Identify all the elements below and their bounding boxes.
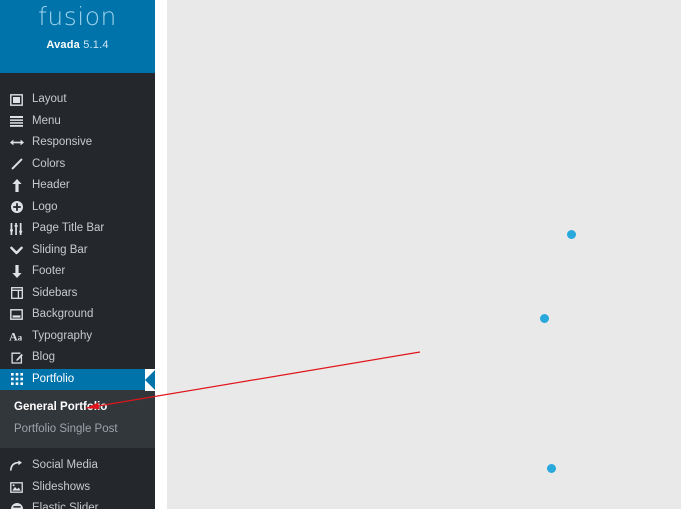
responsive-icon bbox=[8, 135, 25, 151]
sidebar-item-layout[interactable]: Layout bbox=[0, 89, 155, 111]
sidebar-item-label: Logo bbox=[32, 200, 58, 213]
sidebar-item-logo[interactable]: Logo bbox=[0, 197, 155, 219]
portfolio-submenu: General Portfolio Portfolio Single Post bbox=[0, 390, 155, 448]
active-item-pointer-icon bbox=[145, 368, 155, 391]
sidebar-item-footer[interactable]: Footer bbox=[0, 261, 155, 283]
brand-header: fusion Avada 5.1.4 bbox=[0, 0, 155, 73]
sidebar-item-colors[interactable]: Colors bbox=[0, 154, 155, 176]
brand-version: Avada 5.1.4 bbox=[46, 38, 108, 52]
sidebar-item-label: Social Media bbox=[32, 459, 98, 471]
header-icon bbox=[8, 178, 25, 194]
brand-name: Avada bbox=[46, 39, 80, 51]
sidebar-item-responsive[interactable]: Responsive bbox=[0, 132, 155, 154]
sidebar-item-label: Menu bbox=[32, 114, 61, 127]
sidebar-item-slideshows[interactable]: Slideshows bbox=[0, 477, 155, 499]
admin-page: fusion Avada 5.1.4 Layout Menu Responsiv… bbox=[0, 0, 681, 509]
sidebar-item-menu[interactable]: Menu bbox=[0, 111, 155, 133]
submenu-item-portfolio-single-post[interactable]: Portfolio Single Post bbox=[0, 418, 155, 440]
colors-icon bbox=[8, 156, 25, 172]
sidebar-item-label: Blog bbox=[32, 351, 56, 363]
sidebar-item-sliding-bar[interactable]: Sliding Bar bbox=[0, 240, 155, 262]
typography-icon: A a bbox=[8, 328, 25, 344]
portfolio-icon bbox=[8, 371, 25, 387]
sidebar-item-label: Sliding Bar bbox=[32, 243, 88, 256]
sidebar-item-blog[interactable]: Blog bbox=[0, 347, 155, 369]
sidebar-item-sidebars[interactable]: Sidebars bbox=[0, 283, 155, 305]
sliding-bar-icon chevron-down-icon bbox=[8, 242, 25, 258]
sidebar-item-portfolio[interactable]: Portfolio bbox=[0, 368, 155, 391]
fusion-logo: fusion bbox=[38, 2, 117, 31]
sidebar: fusion Avada 5.1.4 Layout Menu Responsiv… bbox=[0, 0, 155, 509]
svg-text:a: a bbox=[17, 333, 22, 343]
logo-icon bbox=[8, 199, 25, 215]
sidebar-item-label: Layout bbox=[32, 93, 67, 105]
sidebar-item-label: Typography bbox=[32, 329, 93, 342]
sidebar-item-background[interactable]: Background bbox=[0, 304, 155, 326]
content-dot bbox=[539, 313, 549, 323]
background-icon bbox=[8, 307, 25, 323]
slideshows-icon bbox=[8, 479, 25, 495]
submenu-item-general-portfolio[interactable]: General Portfolio bbox=[0, 396, 155, 418]
sidebar-item-social-media[interactable]: Social Media bbox=[0, 455, 155, 477]
sidebar-content-gap bbox=[155, 0, 167, 509]
sidebar-item-label: Sidebars bbox=[32, 286, 78, 299]
page-title-bar-icon bbox=[8, 221, 25, 237]
social-media-icon bbox=[8, 458, 25, 474]
sidebar-item-label: Colors bbox=[32, 157, 66, 170]
sidebar-item-typography[interactable]: A a Typography bbox=[0, 326, 155, 348]
sidebar-item-label: Responsive bbox=[32, 136, 93, 148]
menu-icon bbox=[8, 113, 25, 129]
brand-version-number: 5.1.4 bbox=[83, 39, 109, 51]
blog-icon bbox=[8, 350, 25, 366]
sidebar-nav: Layout Menu Responsive Colors Header Log… bbox=[0, 73, 155, 509]
content-dot bbox=[546, 463, 556, 473]
footer-icon bbox=[8, 264, 25, 280]
sidebar-item-label: Footer bbox=[32, 265, 66, 277]
sidebar-item-label: Elastic Slider bbox=[32, 502, 99, 509]
elastic-slider-icon bbox=[8, 501, 25, 509]
sidebar-item-label: Header bbox=[32, 179, 70, 191]
sidebar-item-label: Background bbox=[32, 308, 94, 320]
sidebars-icon bbox=[8, 285, 25, 301]
sidebar-item-page-title-bar[interactable]: Page Title Bar bbox=[0, 218, 155, 240]
main-content-panel bbox=[167, 0, 681, 509]
sidebar-item-elastic-slider[interactable]: Elastic Slider bbox=[0, 498, 155, 509]
sidebar-item-label: Page Title Bar bbox=[32, 222, 105, 234]
layout-icon bbox=[8, 92, 25, 108]
sidebar-item-label: Slideshows bbox=[32, 480, 91, 493]
sidebar-item-header[interactable]: Header bbox=[0, 175, 155, 197]
content-dot bbox=[566, 229, 576, 239]
sidebar-item-label: Portfolio bbox=[32, 372, 75, 385]
